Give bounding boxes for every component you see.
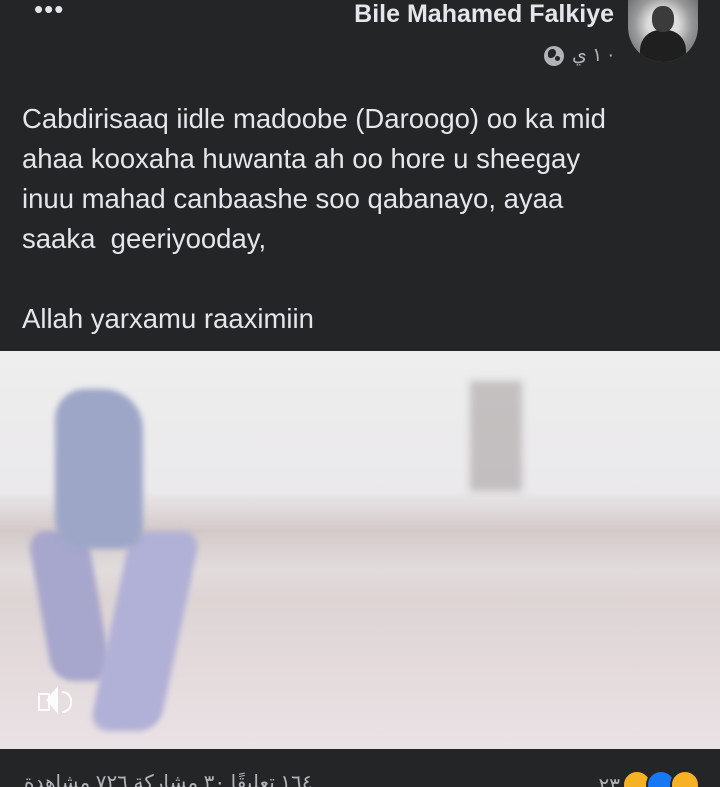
avatar-body: [640, 30, 686, 62]
post-timestamp[interactable]: ١ ي ·: [572, 44, 614, 67]
post-meta: ١ ي ·: [544, 44, 614, 67]
video-background-figure: [470, 381, 522, 491]
speaker-muted-icon[interactable]: [34, 683, 74, 717]
author-name[interactable]: Bile Mahamed Falkiye: [354, 0, 614, 29]
video-player[interactable]: [0, 351, 720, 749]
post-footer: ١٦٤ تعليقًا ٣٠ مشاركة ٧٢٦ مشاهدة ٢٣: [0, 770, 720, 787]
post-text: Cabdirisaaq iidle madoobe (Daroogo) oo k…: [22, 103, 606, 334]
author-avatar[interactable]: [628, 0, 698, 62]
more-options-button[interactable]: •••: [34, 0, 64, 25]
video-person-torso: [55, 389, 143, 549]
reactions-count: ٢٣: [598, 774, 620, 787]
globe-icon: [544, 45, 565, 66]
sad-icon: [670, 770, 700, 787]
post-stats[interactable]: ١٦٤ تعليقًا ٣٠ مشاركة ٧٢٦ مشاهدة: [24, 770, 313, 787]
post-header: ••• Bile Mahamed Falkiye ١ ي ·: [0, 0, 720, 80]
reactions-summary[interactable]: ٢٣: [599, 770, 700, 787]
avatar-head: [652, 6, 674, 32]
